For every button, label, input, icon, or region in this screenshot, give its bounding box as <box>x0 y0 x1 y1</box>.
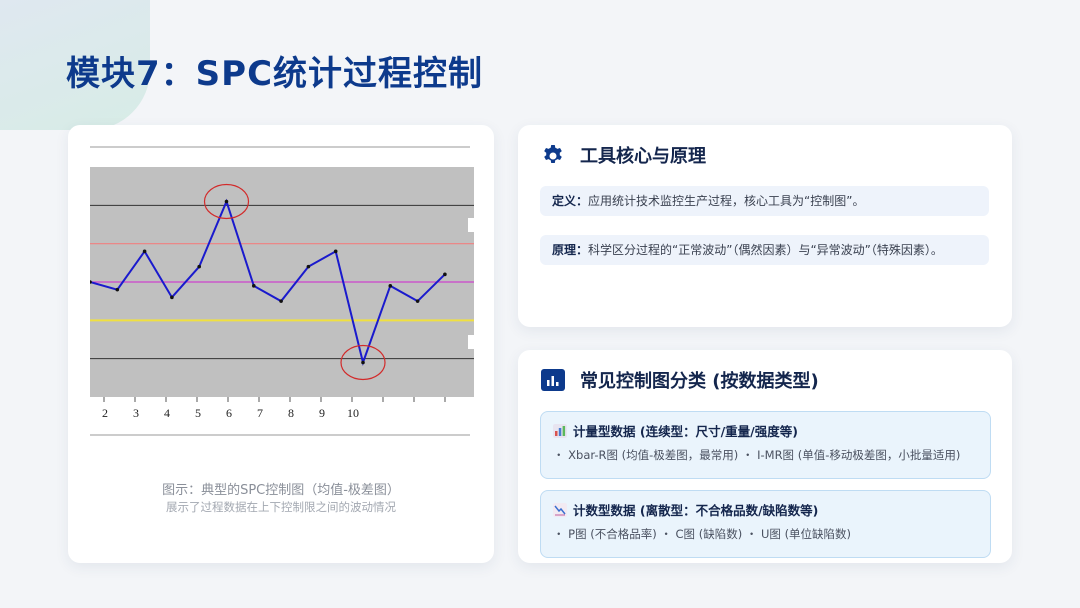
x-tick-label: 5 <box>195 406 201 420</box>
data-point <box>170 295 174 300</box>
principle-card-header: 工具核心与原理 <box>540 142 706 168</box>
principle-row: 原理：科学区分过程的“正常波动”（偶然因素）与“异常波动”（特殊因素）。 <box>540 235 989 265</box>
spc-control-chart: 2 3 4 5 6 7 8 9 10 <box>88 145 477 463</box>
data-point <box>197 264 201 269</box>
types-card-heading: 常见控制图分类 (按数据类型) <box>580 371 819 392</box>
chart-card: 2 3 4 5 6 7 8 9 10 图示：典型的SPC控制图（均值-极差图） 展示了过程数据在… <box>68 125 494 563</box>
principle-card: 工具核心与原理 定义：应用统计技术监控生产过程，核心工具为“控制图”。 原理：科… <box>518 125 1012 327</box>
definition-text: 应用统计技术监控生产过程，核心工具为“控制图”。 <box>588 194 865 208</box>
chart-caption-title: 图示：典型的SPC控制图（均值-极差图） <box>162 483 400 498</box>
page-title: 模块7：SPC统计过程控制 <box>66 54 484 94</box>
bar-chart-icon <box>540 367 566 393</box>
data-point <box>115 287 120 292</box>
principle-label: 原理： <box>552 243 589 257</box>
right-marker <box>468 335 474 349</box>
x-tick-label: 7 <box>257 406 263 420</box>
x-tick-label: 9 <box>319 406 325 420</box>
gear-icon <box>540 142 566 168</box>
data-point <box>142 249 147 254</box>
data-point <box>306 264 311 269</box>
data-point <box>361 360 365 365</box>
trend-down-emoji-icon <box>553 502 567 517</box>
data-point <box>252 284 256 288</box>
data-point <box>415 299 420 303</box>
types-card: 常见控制图分类 (按数据类型) 计量型数据 (连续型：尺寸/重量/强度等) ・ … <box>518 350 1012 563</box>
x-tick-label: 2 <box>102 406 108 420</box>
x-tick-label: 4 <box>164 406 170 420</box>
bar-chart-emoji-icon <box>553 423 567 438</box>
x-tick-label: 3 <box>133 406 139 420</box>
discrete-data-group: 计数型数据 (离散型：不合格品数/缺陷数等) ・ P图 (不合格品率) ・ C图… <box>540 490 991 558</box>
data-point <box>333 249 338 254</box>
chart-caption-subtitle: 展示了过程数据在上下控制限之间的波动情况 <box>166 500 396 514</box>
data-point <box>224 199 229 204</box>
data-point <box>388 284 393 288</box>
discrete-data-items: ・ P图 (不合格品率) ・ C图 (缺陷数) ・ U图 (单位缺陷数) <box>553 527 852 541</box>
discrete-data-title: 计数型数据 (离散型：不合格品数/缺陷数等) <box>573 503 819 518</box>
continuous-data-group: 计量型数据 (连续型：尺寸/重量/强度等) ・ Xbar-R图 (均值-极差图，… <box>540 411 991 479</box>
principle-text: 科学区分过程的“正常波动”（偶然因素）与“异常波动”（特殊因素）。 <box>588 243 943 257</box>
definition-row: 定义：应用统计技术监控生产过程，核心工具为“控制图”。 <box>540 186 989 216</box>
x-tick-label: 8 <box>288 406 294 420</box>
types-card-header: 常见控制图分类 (按数据类型) <box>540 367 819 393</box>
right-marker <box>468 218 474 232</box>
definition-label: 定义： <box>552 194 589 208</box>
x-tick-label: 10 <box>347 406 359 420</box>
continuous-data-title: 计量型数据 (连续型：尺寸/重量/强度等) <box>573 424 798 439</box>
continuous-data-items: ・ Xbar-R图 (均值-极差图，最常用) ・ I-MR图 (单值-移动极差图… <box>553 448 961 462</box>
principle-card-heading: 工具核心与原理 <box>580 146 706 167</box>
data-point <box>443 272 447 277</box>
x-tick-label: 6 <box>226 406 232 420</box>
data-point <box>279 299 283 303</box>
